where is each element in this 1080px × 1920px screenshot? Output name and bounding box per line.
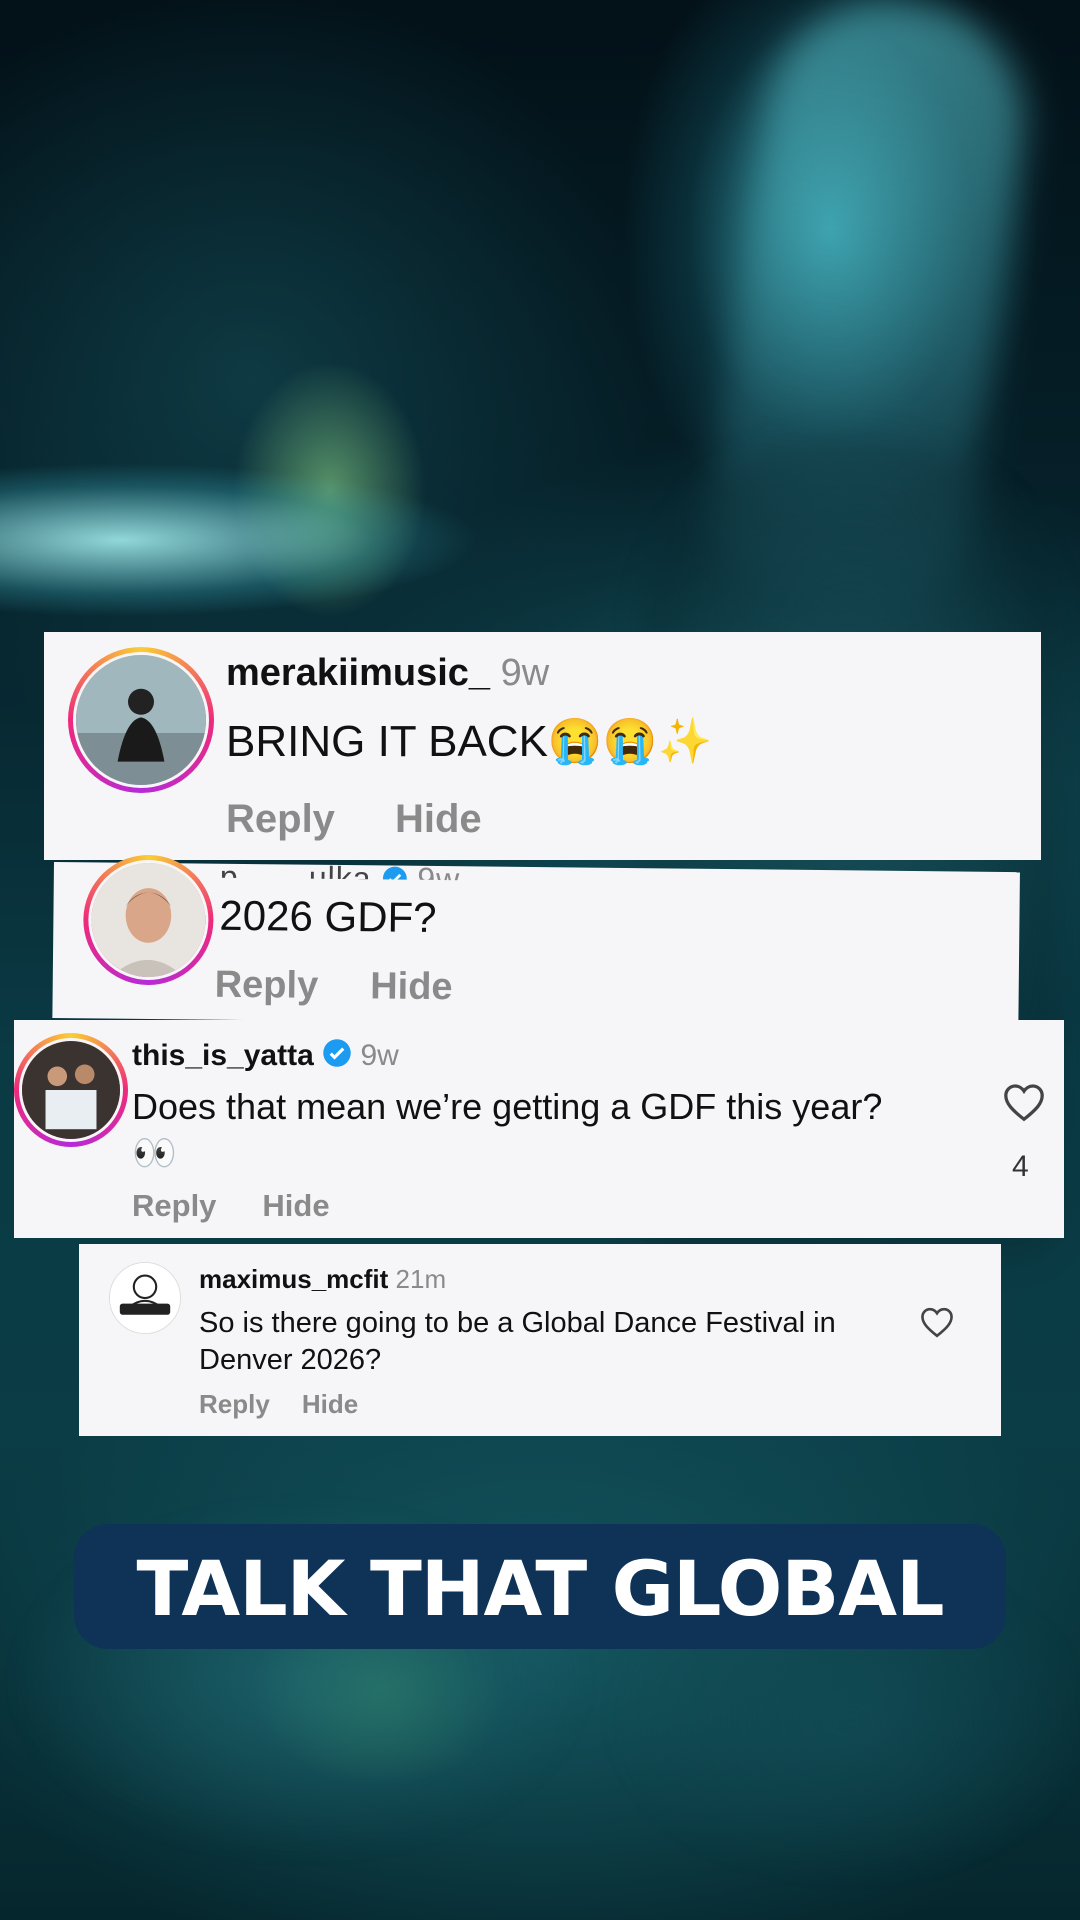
hide-button[interactable]: Hide: [370, 965, 453, 1008]
mascot-logo-icon: [110, 1263, 180, 1333]
avatar[interactable]: [14, 1033, 128, 1147]
comment-header: merakiimusic_ 9w: [226, 652, 549, 695]
person-portrait-icon: [90, 862, 206, 978]
reply-button[interactable]: Reply: [199, 1389, 270, 1419]
username-partial: p․․․․․․ulka 9w: [220, 858, 461, 881]
username[interactable]: merakiimusic_: [226, 652, 490, 694]
comment-card: this_is_yatta 9w Does that mean we’re ge…: [14, 1020, 1064, 1238]
timestamp: 9w: [360, 1038, 399, 1072]
timestamp: 21m: [395, 1264, 447, 1294]
comment-text: Does that mean we’re getting a GDF this …: [132, 1086, 883, 1173]
hide-button[interactable]: Hide: [395, 797, 482, 841]
verified-badge-icon: [381, 862, 407, 881]
avatar[interactable]: [68, 647, 214, 793]
comment-actions: Reply Hide: [199, 1389, 358, 1420]
comment-text: 2026 GDF?: [219, 891, 437, 942]
hide-button[interactable]: Hide: [262, 1188, 329, 1223]
comment-actions: Reply Hide: [226, 797, 482, 842]
timestamp: 9w: [500, 652, 550, 694]
comment-actions: Reply Hide: [132, 1188, 330, 1224]
hide-button[interactable]: Hide: [302, 1389, 358, 1419]
comment-card: maximus_mcfit 21m So is there going to b…: [79, 1244, 1001, 1436]
avatar[interactable]: [82, 854, 215, 986]
comment-actions: Reply Hide: [214, 964, 453, 1009]
comment-card: p․․․․․․ulka 9w 2026 GDF? Reply Hide: [52, 854, 1020, 1029]
comment-header: this_is_yatta 9w: [132, 1038, 399, 1076]
verified-badge-icon: [322, 1038, 352, 1076]
caption-banner: TALK THAT GLOBAL: [74, 1524, 1006, 1649]
caption-text: TALK THAT GLOBAL: [136, 1544, 944, 1633]
comment-text: So is there going to be a Global Dance F…: [199, 1307, 836, 1376]
heart-icon[interactable]: [1002, 1082, 1046, 1122]
crowd-silhouette: [0, 1420, 1080, 1920]
avatar[interactable]: [109, 1262, 181, 1334]
person-sitting-icon: [76, 655, 206, 785]
username[interactable]: this_is_yatta: [132, 1039, 314, 1072]
reply-button[interactable]: Reply: [215, 964, 319, 1007]
heart-icon[interactable]: [919, 1306, 955, 1338]
reply-button[interactable]: Reply: [132, 1188, 216, 1223]
comment-text: BRING IT BACK😭😭✨: [226, 717, 713, 766]
comment-header: maximus_mcfit 21m: [199, 1264, 446, 1295]
group-photo-icon: [22, 1041, 120, 1139]
like-count: 4: [1012, 1150, 1029, 1183]
comment-card: merakiimusic_ 9w BRING IT BACK😭😭✨ Reply H…: [44, 632, 1041, 860]
reply-button[interactable]: Reply: [226, 797, 335, 841]
username[interactable]: maximus_mcfit: [199, 1264, 388, 1294]
